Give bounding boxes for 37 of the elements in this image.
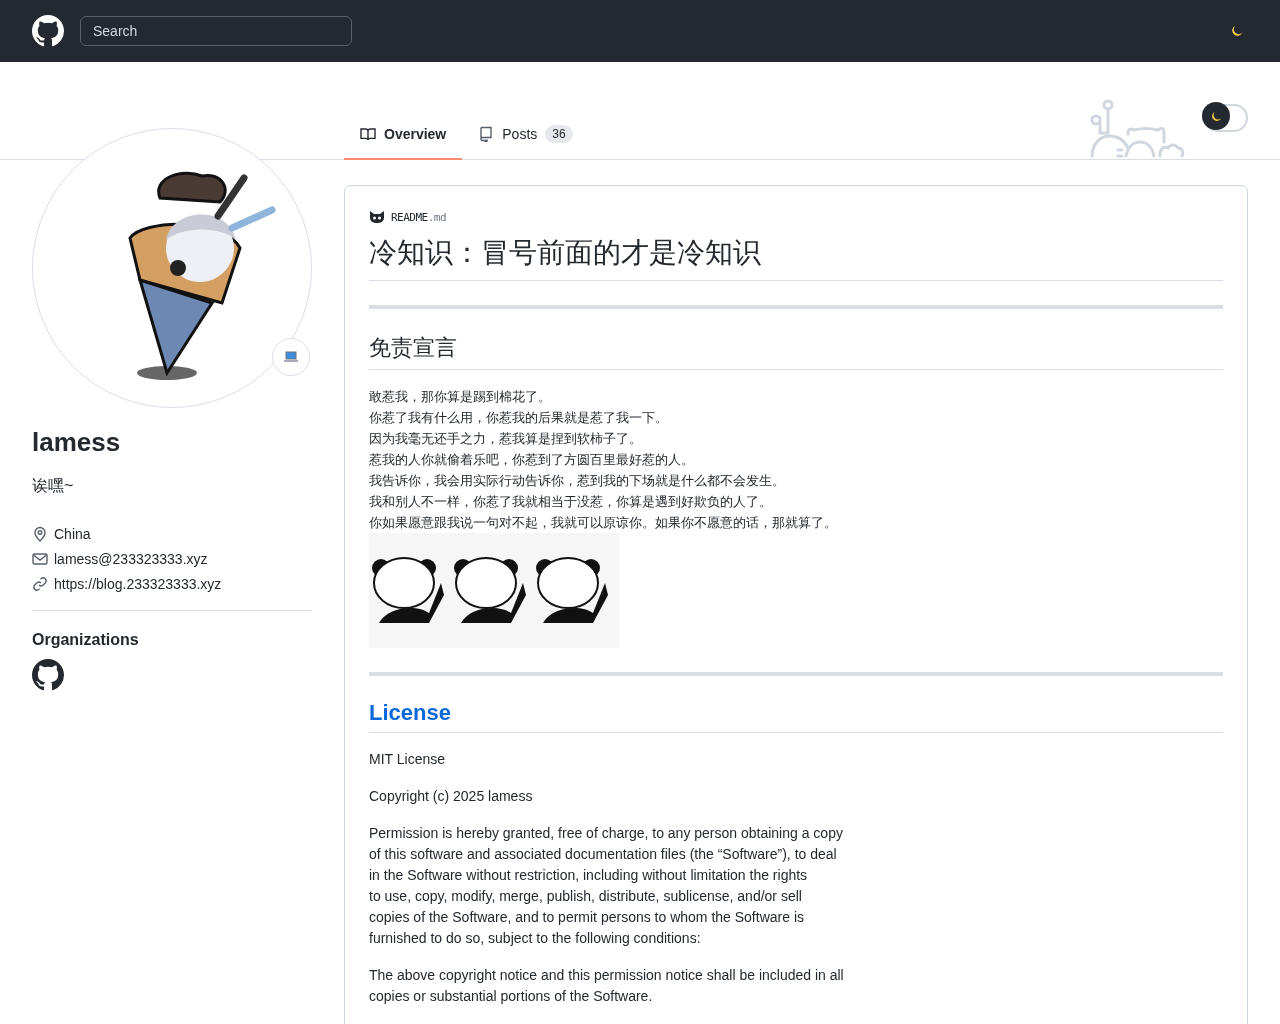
nav-tab[interactable]: Posts 36 [462,110,589,160]
paragraph: 你惹了我有什么用，你惹我的后果就是惹了我一下。 [369,409,669,427]
profile-name: lamess [32,426,122,458]
paragraph: 因为我毫无还手之力，惹我算是捏到软柿子了。 [369,430,643,448]
section-heading: 免责宣言 [369,333,1223,370]
link-icon [32,575,48,592]
readme-title: 冷知识：冒号前面的才是冷知识 [369,234,1223,281]
laptop-icon [283,351,299,363]
github-logo-icon[interactable] [32,659,64,691]
location-text: China [54,525,91,542]
location-pin-icon [32,525,48,542]
profile-bio: 诶嘿~ [32,476,75,496]
moon-icon[interactable] [1230,24,1244,38]
email-link[interactable]: lamess@233323333.xyz [54,550,208,567]
website-link[interactable]: https://blog.233323333.xyz [54,575,222,592]
github-logo-icon[interactable] [32,15,64,47]
paragraph: 你如果愿意跟我说一句对不起，我就可以原谅你。如果你不愿意的话，那就算了。 [369,514,838,532]
repo-icon [478,126,495,142]
paragraph: The above copyright notice and this permission notice shall be included in all copies or substantial portions of the Software. [369,966,845,1006]
section-heading: Organizations [32,631,140,649]
nav-tab[interactable]: Overview [344,110,463,160]
paragraph: 我和别人不一样，你惹了我就相当于没惹，你算是遇到好欺负的人了。 [369,493,773,511]
book-icon [360,126,376,142]
status-badge[interactable] [272,338,310,376]
heading-link[interactable]: License [369,700,1223,733]
paragraph: Copyright (c) 2025 lamess [369,787,534,806]
search-field[interactable]: Search [80,16,352,46]
theme-toggle[interactable] [1204,104,1248,132]
paragraph: 敢惹我，那你算是踢到棉花了。 [369,388,552,406]
cat-face-icon [369,210,385,224]
paragraph: 我告诉你，我会用实际行动告诉你，惹到我的下场就是什么都不会发生。 [369,472,786,490]
paragraph: MIT License [369,750,446,769]
file-name: README.md [391,210,447,224]
count-badge: 36 [545,125,573,143]
paragraph: Permission is hereby granted, free of charge, to any person obtaining a copy of this software and associated documentation files (the “Software”), to deal in the Software without restriction, including without limitation the rights to use, copy, modify, merge, publish, distribute, sublicense, and/or sell copies of the Software, and to permit persons to whom the Software is furnished to do so, subject to the following conditions: [369,824,844,948]
mail-icon [32,550,48,567]
paragraph: 惹我的人你就偷着乐吧，你惹到了方圆百里最好惹的人。 [369,451,695,469]
